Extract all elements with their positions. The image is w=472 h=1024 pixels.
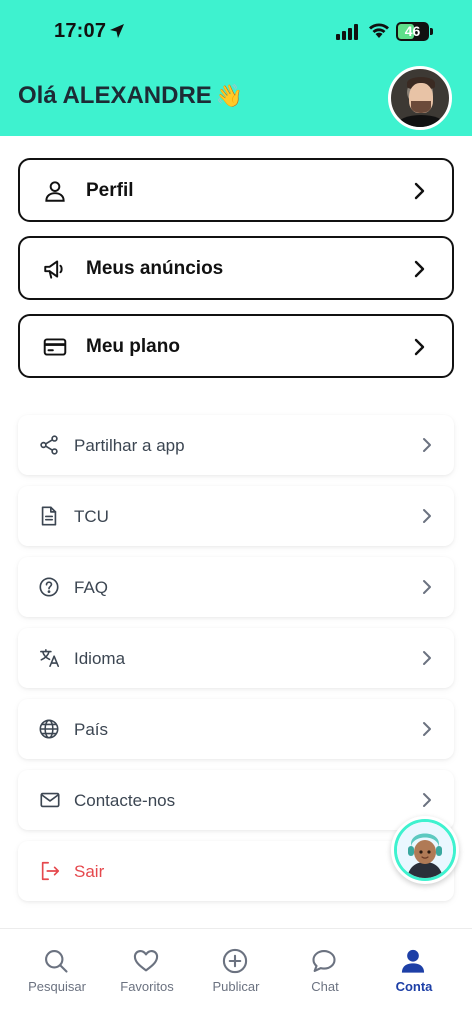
tab-publish[interactable]: Publicar xyxy=(189,929,283,1024)
tab-favorites[interactable]: Favoritos xyxy=(100,929,194,1024)
tab-label: Publicar xyxy=(212,979,260,994)
battery-cap xyxy=(430,28,433,35)
question-circle-icon xyxy=(39,577,59,597)
chat-icon xyxy=(312,950,336,972)
tab-label: Chat xyxy=(311,979,339,994)
document-icon xyxy=(41,506,57,526)
chevron-right-icon xyxy=(414,260,425,278)
menu-item-language[interactable]: Idioma xyxy=(18,628,454,688)
mail-icon xyxy=(40,792,60,808)
tab-label: Pesquisar xyxy=(28,979,86,994)
tab-account[interactable]: Conta xyxy=(367,929,461,1024)
header: 17:07 46 Olá ALEXANDRE 👋 xyxy=(0,0,472,136)
menu-item-label: Contacte-nos xyxy=(74,791,176,810)
bottom-tab-bar: Pesquisar Favoritos Publicar Chat Conta xyxy=(0,928,472,1024)
tab-label: Favoritos xyxy=(120,979,174,994)
waving-hand-icon: 👋 xyxy=(215,83,244,108)
menu-item-share-app[interactable]: Partilhar a app xyxy=(18,415,454,475)
menu-item-label: País xyxy=(74,720,109,739)
plus-circle-icon xyxy=(222,948,248,974)
menu-item-terms[interactable]: TCU xyxy=(18,486,454,546)
globe-icon xyxy=(39,719,59,739)
assistant-avatar-icon xyxy=(397,822,453,878)
menu-item-label: Idioma xyxy=(74,649,126,668)
person-icon xyxy=(401,949,425,973)
tab-search[interactable]: Pesquisar xyxy=(10,929,104,1024)
menu-item-profile[interactable]: Perfil xyxy=(18,158,454,222)
chevron-right-icon xyxy=(423,509,431,523)
logout-icon xyxy=(41,861,60,881)
menu-item-logout[interactable]: Sair xyxy=(18,841,454,901)
greeting-title: Olá ALEXANDRE 👋 xyxy=(18,82,243,110)
status-bar: 17:07 46 xyxy=(0,0,472,62)
greeting-text: Olá ALEXANDRE xyxy=(18,82,212,109)
menu-item-label: Meu plano xyxy=(86,336,180,357)
menu-item-country[interactable]: País xyxy=(18,699,454,759)
chevron-right-icon xyxy=(423,793,431,807)
menu-item-label: Partilhar a app xyxy=(74,436,185,455)
battery-level-text: 46 xyxy=(404,23,421,39)
cellular-signal-icon xyxy=(336,24,358,40)
user-icon xyxy=(45,181,65,202)
wifi-icon xyxy=(369,23,389,38)
menu-item-label: FAQ xyxy=(74,578,109,597)
menu-item-label: TCU xyxy=(74,507,109,526)
menu-item-my-plan[interactable]: Meu plano xyxy=(18,314,454,378)
menu-item-contact-us[interactable]: Contacte-nos xyxy=(18,770,454,830)
avatar[interactable] xyxy=(388,66,452,130)
megaphone-icon xyxy=(44,260,63,279)
share-icon xyxy=(40,435,58,455)
status-time: 17:07 xyxy=(54,20,107,42)
menu-item-label: Sair xyxy=(74,862,105,881)
menu-item-label: Perfil xyxy=(86,180,134,201)
menu-item-label: Meus anúncios xyxy=(86,258,224,279)
assistant-chat-button[interactable] xyxy=(391,816,459,884)
tab-chat[interactable]: Chat xyxy=(278,929,372,1024)
tab-label: Conta xyxy=(395,979,433,994)
chevron-right-icon xyxy=(423,722,431,736)
chevron-right-icon xyxy=(414,338,425,356)
heart-icon xyxy=(133,950,159,972)
translate-icon xyxy=(40,648,60,668)
chevron-right-icon xyxy=(423,651,431,665)
menu-item-my-ads[interactable]: Meus anúncios xyxy=(18,236,454,300)
menu-item-faq[interactable]: FAQ xyxy=(18,557,454,617)
search-icon xyxy=(45,950,68,973)
chevron-right-icon xyxy=(423,580,431,594)
battery-indicator: 46 xyxy=(396,22,429,41)
location-arrow-icon xyxy=(110,24,124,38)
chevron-right-icon xyxy=(414,182,425,200)
credit-card-icon xyxy=(43,338,67,356)
chevron-right-icon xyxy=(423,438,431,452)
